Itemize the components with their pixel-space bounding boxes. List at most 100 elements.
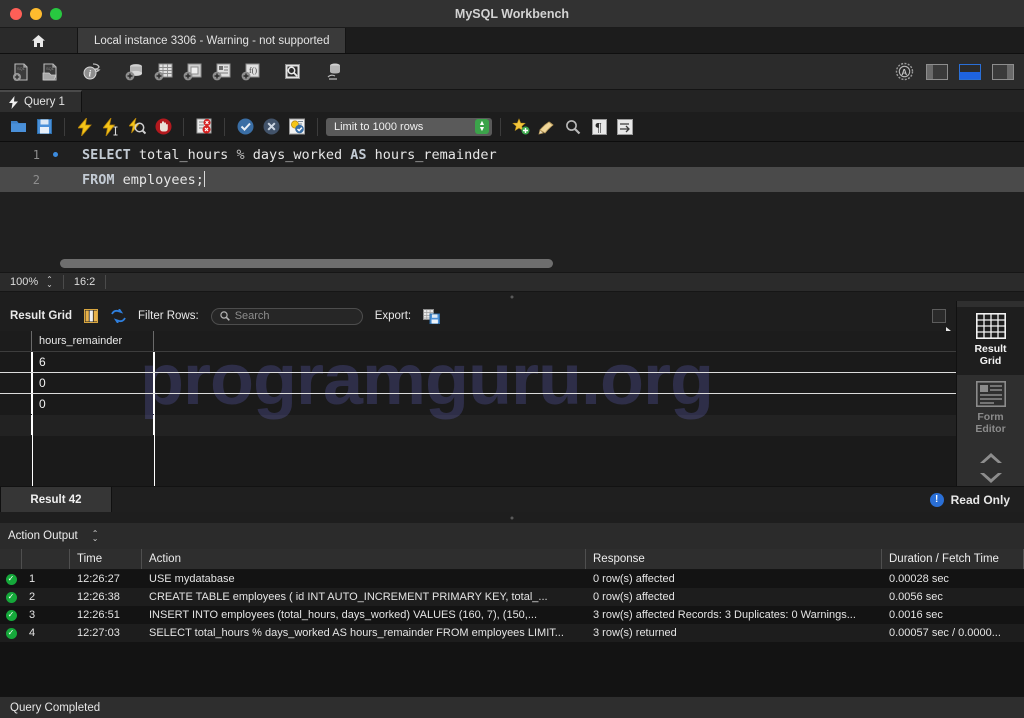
- maximize-window-button[interactable]: [50, 8, 62, 20]
- search-placeholder: Search: [235, 310, 270, 322]
- execute-current-icon[interactable]: [99, 115, 123, 139]
- execute-icon[interactable]: [73, 115, 97, 139]
- side-panel-scroll-icon[interactable]: [978, 451, 1004, 485]
- action-output-table: Time Action Response Duration / Fetch Ti…: [0, 549, 1024, 696]
- wrap-lines-icon[interactable]: [613, 115, 637, 139]
- beautify-icon[interactable]: [509, 115, 533, 139]
- table-row[interactable]: 6: [0, 352, 956, 373]
- column-header-duration[interactable]: Duration / Fetch Time: [882, 549, 1024, 569]
- svg-text:A: A: [901, 68, 907, 77]
- toggle-secondary-sidebar-icon[interactable]: [990, 59, 1016, 85]
- cell-hours-remainder[interactable]: 0: [32, 394, 154, 414]
- action-output-title: Action Output: [8, 530, 78, 542]
- autocommit-icon[interactable]: [285, 115, 309, 139]
- editor-zoom-control[interactable]: 100% ⌃⌄: [0, 273, 63, 291]
- column-header-response[interactable]: Response: [586, 549, 882, 569]
- status-badge: ✓: [0, 570, 22, 588]
- row-selector[interactable]: [0, 373, 32, 393]
- grid-column-header-hours-remainder[interactable]: hours_remainder: [32, 331, 154, 351]
- create-function-icon[interactable]: f(): [237, 59, 263, 85]
- status-badge: ✓: [0, 606, 22, 624]
- sql-keyword-from: FROM: [82, 172, 115, 188]
- cursor-position: 16:2: [64, 273, 105, 291]
- clear-icon[interactable]: [535, 115, 559, 139]
- side-panel-item-form-editor[interactable]: Form Editor: [957, 375, 1024, 443]
- table-row-placeholder[interactable]: [0, 415, 956, 436]
- side-panel-item-result-grid[interactable]: Result Grid: [957, 307, 1024, 375]
- query-database-icon[interactable]: [321, 59, 347, 85]
- action-output-row[interactable]: ✓ 2 12:26:38 CREATE TABLE employees ( id…: [0, 588, 1024, 606]
- editor-results-splitter[interactable]: [0, 292, 1024, 301]
- column-header-time[interactable]: Time: [70, 549, 142, 569]
- query-tab-query-1[interactable]: Query 1: [0, 90, 82, 112]
- results-output-splitter[interactable]: [0, 512, 1024, 523]
- row-selector[interactable]: [0, 415, 32, 435]
- side-panel-label-form-editor: Form Editor: [975, 411, 1005, 435]
- cell-hours-remainder[interactable]: 0: [32, 373, 154, 393]
- inspect-table-icon[interactable]: [279, 59, 305, 85]
- cell-empty[interactable]: [32, 415, 154, 435]
- search-input[interactable]: Search: [211, 308, 363, 325]
- query-tab-label: Query 1: [24, 96, 65, 108]
- minimize-window-button[interactable]: [30, 8, 42, 20]
- create-view-icon[interactable]: [179, 59, 205, 85]
- result-tab-result-42[interactable]: Result 42: [0, 487, 112, 512]
- sql-editor[interactable]: 1 SELECT total_hours % days_worked AS ho…: [0, 142, 1024, 272]
- action-output-selector-icon[interactable]: ⌃⌄: [92, 531, 99, 541]
- row-limit-select[interactable]: Limit to 1000 rows ▲▼: [326, 118, 492, 136]
- connection-info-icon[interactable]: i: [79, 59, 105, 85]
- main-toolbar: SQL SQL i f(): [0, 54, 1024, 90]
- info-icon: !: [930, 493, 944, 507]
- grid-options-toggle[interactable]: [932, 309, 946, 323]
- save-file-icon[interactable]: [32, 115, 56, 139]
- result-grid-toolbar: Result Grid Filter Rows: Search Export:: [0, 301, 956, 331]
- cell-hours-remainder[interactable]: 6: [32, 352, 154, 372]
- toggle-output-icon[interactable]: [957, 59, 983, 85]
- table-row[interactable]: 0: [0, 373, 956, 394]
- breakpoint-marker-icon[interactable]: [48, 152, 62, 157]
- admin-gear-icon[interactable]: A: [891, 59, 917, 85]
- home-tab[interactable]: [0, 28, 78, 53]
- export-recordset-icon[interactable]: [423, 309, 440, 324]
- result-grid[interactable]: programguru.org hours_remainder 6 0: [0, 331, 956, 486]
- row-number: 3: [22, 606, 70, 624]
- grid-columns-icon[interactable]: [84, 309, 99, 323]
- explain-icon[interactable]: [125, 115, 149, 139]
- stop-on-error-icon[interactable]: [192, 115, 216, 139]
- create-schema-icon[interactable]: [121, 59, 147, 85]
- stop-icon[interactable]: [151, 115, 175, 139]
- editor-hscrollbar-thumb[interactable]: [60, 259, 553, 268]
- row-selector[interactable]: [0, 352, 32, 372]
- refresh-icon[interactable]: [111, 309, 126, 323]
- close-window-button[interactable]: [10, 8, 22, 20]
- row-duration: 0.00028 sec: [882, 570, 1024, 588]
- new-sql-file-icon[interactable]: SQL: [8, 59, 34, 85]
- find-icon[interactable]: [561, 115, 585, 139]
- open-file-icon[interactable]: [6, 115, 30, 139]
- action-output-row[interactable]: ✓ 3 12:26:51 INSERT INTO employees (tota…: [0, 606, 1024, 624]
- rollback-icon[interactable]: [259, 115, 283, 139]
- create-procedure-icon[interactable]: [208, 59, 234, 85]
- editor-hscrollbar[interactable]: [60, 259, 1008, 268]
- action-output-row[interactable]: ✓ 1 12:26:27 USE mydatabase 0 row(s) aff…: [0, 570, 1024, 588]
- row-selector[interactable]: [0, 394, 32, 414]
- invisible-chars-icon[interactable]: ¶: [587, 115, 611, 139]
- row-action: USE mydatabase: [142, 570, 586, 588]
- row-limit-stepper[interactable]: ▲▼: [475, 119, 489, 134]
- editor-status-bar: 100% ⌃⌄ 16:2: [0, 272, 1024, 292]
- result-grid-icon: [976, 313, 1006, 339]
- create-table-icon[interactable]: [150, 59, 176, 85]
- table-row[interactable]: 0: [0, 394, 956, 415]
- zoom-stepper-icon[interactable]: ⌃⌄: [46, 277, 53, 287]
- column-header-action[interactable]: Action: [142, 549, 586, 569]
- status-message: Query Completed: [10, 702, 100, 714]
- toggle-sidebar-icon[interactable]: [924, 59, 950, 85]
- action-output-row[interactable]: ✓ 4 12:27:03 SELECT total_hours % days_w…: [0, 624, 1024, 642]
- grid-body: 6 0 0: [0, 352, 956, 436]
- open-sql-file-icon[interactable]: SQL: [37, 59, 63, 85]
- row-duration: 0.00057 sec / 0.0000...: [882, 624, 1024, 642]
- connection-tab[interactable]: Local instance 3306 - Warning - not supp…: [78, 28, 346, 53]
- success-check-icon: ✓: [6, 628, 17, 639]
- column-header-number: [22, 549, 70, 569]
- commit-icon[interactable]: [233, 115, 257, 139]
